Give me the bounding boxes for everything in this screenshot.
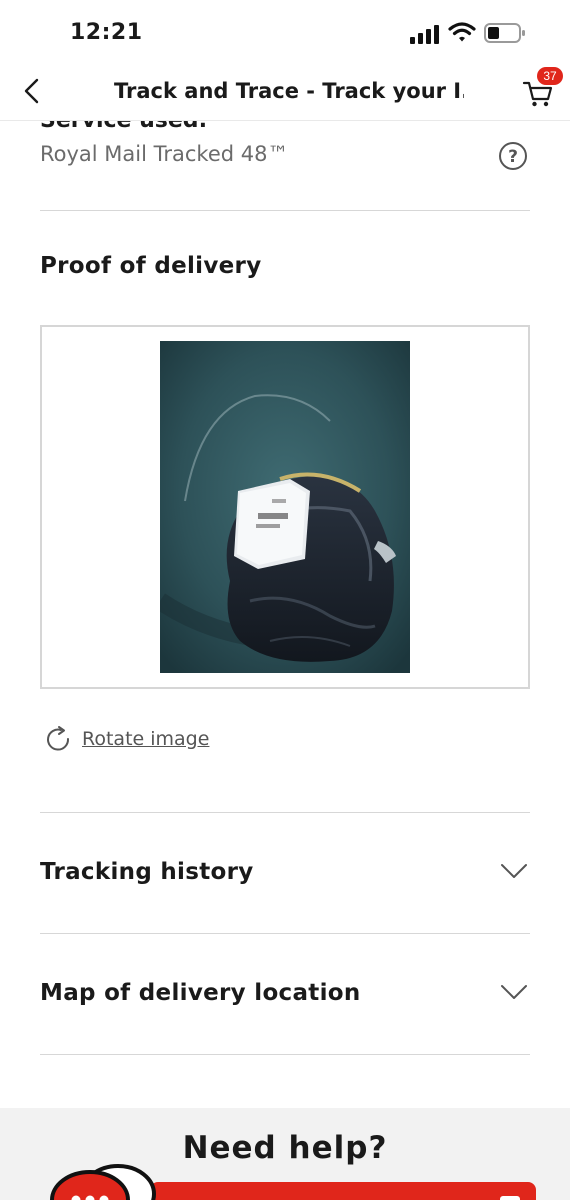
- map-of-delivery-location-heading: Map of delivery location: [40, 980, 361, 1006]
- help-question-icon[interactable]: ?: [498, 141, 528, 171]
- tracking-history-accordion[interactable]: Tracking history: [40, 842, 530, 902]
- nav-header: Track and Trace - Track your I... 37: [0, 62, 570, 121]
- divider: [40, 210, 530, 211]
- cart-count-badge: 37: [537, 67, 563, 85]
- need-help-section: Need help?: [0, 1108, 570, 1200]
- cellular-signal-icon: [410, 24, 440, 44]
- back-chevron-icon[interactable]: [18, 76, 48, 106]
- message-icon: [500, 1196, 520, 1200]
- rotate-image-link[interactable]: Rotate image: [82, 728, 209, 750]
- main-content: Service used: Royal Mail Tracked 48™ ? P…: [0, 120, 570, 1200]
- battery-icon: [484, 23, 525, 43]
- chat-bubble-icon[interactable]: [48, 1160, 156, 1200]
- svg-text:?: ?: [508, 147, 518, 167]
- divider: [40, 812, 530, 813]
- wifi-icon: [448, 22, 476, 42]
- page-title: Track and Trace - Track your I...: [114, 79, 464, 103]
- chat-button[interactable]: [150, 1182, 536, 1200]
- tracking-history-heading: Tracking history: [40, 859, 254, 885]
- chevron-down-icon: [501, 864, 527, 878]
- service-used-label: Service used:: [40, 120, 208, 133]
- service-value: Royal Mail Tracked 48™: [40, 142, 289, 166]
- rotate-icon: [47, 726, 70, 751]
- proof-of-delivery-photo[interactable]: [160, 341, 410, 673]
- status-time: 12:21: [70, 20, 143, 45]
- page: 12:21 Track and Trace - Track your I...: [0, 0, 570, 1200]
- divider: [40, 1054, 530, 1055]
- divider: [40, 933, 530, 934]
- proof-of-delivery-heading: Proof of delivery: [40, 253, 262, 279]
- chevron-down-icon: [501, 985, 527, 999]
- status-bar: 12:21: [0, 0, 570, 62]
- map-of-delivery-location-accordion[interactable]: Map of delivery location: [40, 963, 530, 1023]
- proof-of-delivery-photo-frame: [40, 325, 530, 689]
